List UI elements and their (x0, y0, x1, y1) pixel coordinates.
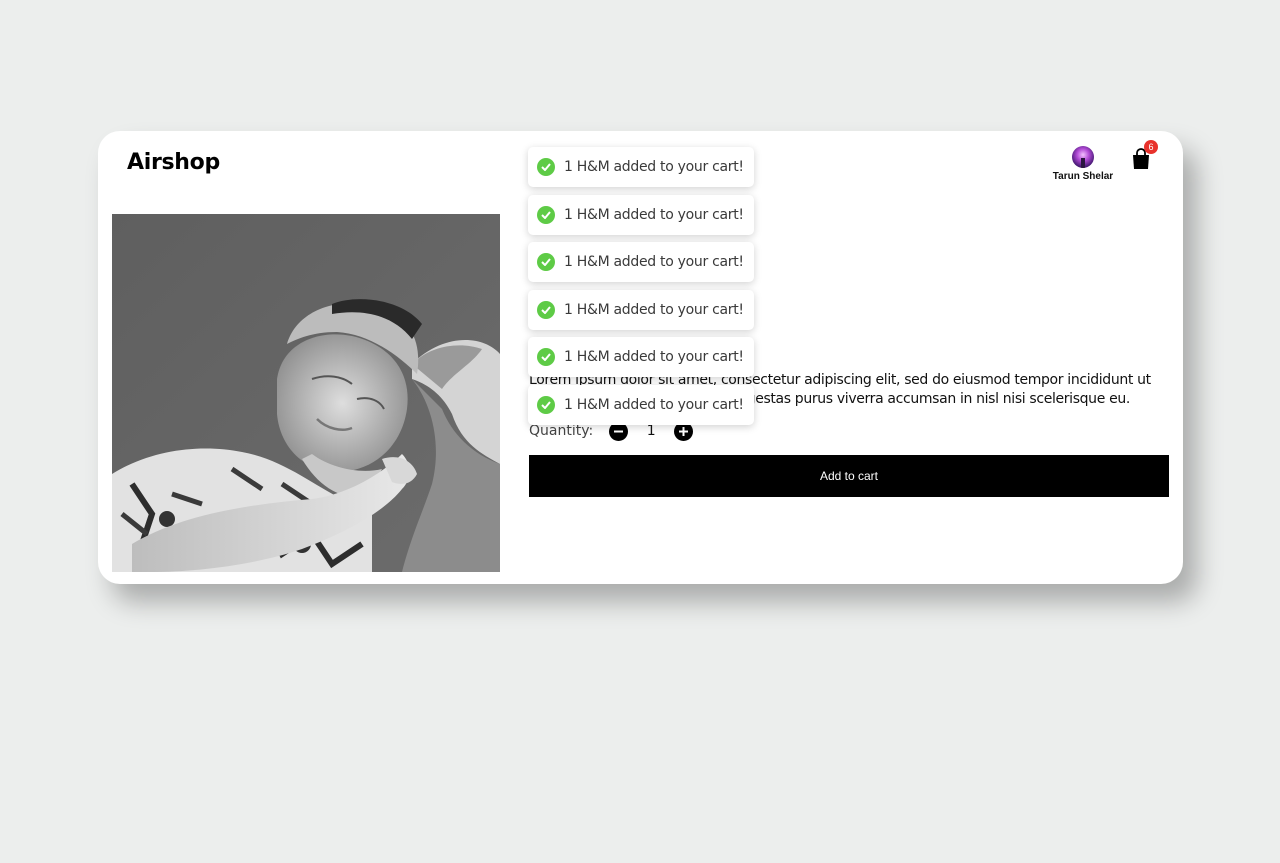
toast-notification[interactable]: 1 H&M added to your cart! (528, 290, 754, 330)
toast-notification[interactable]: 1 H&M added to your cart! (528, 242, 754, 282)
minus-glyph (614, 430, 624, 432)
product-photo (112, 214, 500, 572)
check-circle-icon (537, 158, 555, 176)
toast-notification[interactable]: 1 H&M added to your cart! (528, 385, 754, 425)
toast-notification[interactable]: 1 H&M added to your cart! (528, 195, 754, 235)
toast-notification[interactable]: 1 H&M added to your cart! (528, 337, 754, 377)
check-circle-icon (537, 396, 555, 414)
cart-count-badge: 6 (1144, 140, 1158, 154)
toast-message: 1 H&M added to your cart! (564, 349, 744, 365)
check-circle-icon (537, 348, 555, 366)
toast-message: 1 H&M added to your cart! (564, 159, 744, 175)
product-image (112, 214, 500, 572)
check-circle-icon (537, 301, 555, 319)
add-to-cart-button[interactable]: Add to cart (529, 455, 1169, 497)
toast-message: 1 H&M added to your cart! (564, 254, 744, 270)
cart-button[interactable]: 6 (1130, 140, 1158, 170)
toast-message: 1 H&M added to your cart! (564, 302, 744, 318)
toast-notification[interactable]: 1 H&M added to your cart! (528, 147, 754, 187)
plus-glyph (679, 426, 689, 436)
brand-logo[interactable]: Airshop (127, 150, 220, 175)
quantity-value: 1 (646, 423, 656, 439)
quantity-label: Quantity: (529, 423, 594, 439)
toast-message: 1 H&M added to your cart! (564, 397, 744, 413)
check-circle-icon (537, 206, 555, 224)
avatar[interactable] (1072, 146, 1094, 168)
user-name: Tarun Shelar (1052, 171, 1114, 182)
toast-message: 1 H&M added to your cart! (564, 207, 744, 223)
user-profile[interactable]: Tarun Shelar (1048, 146, 1118, 182)
check-circle-icon (537, 253, 555, 271)
